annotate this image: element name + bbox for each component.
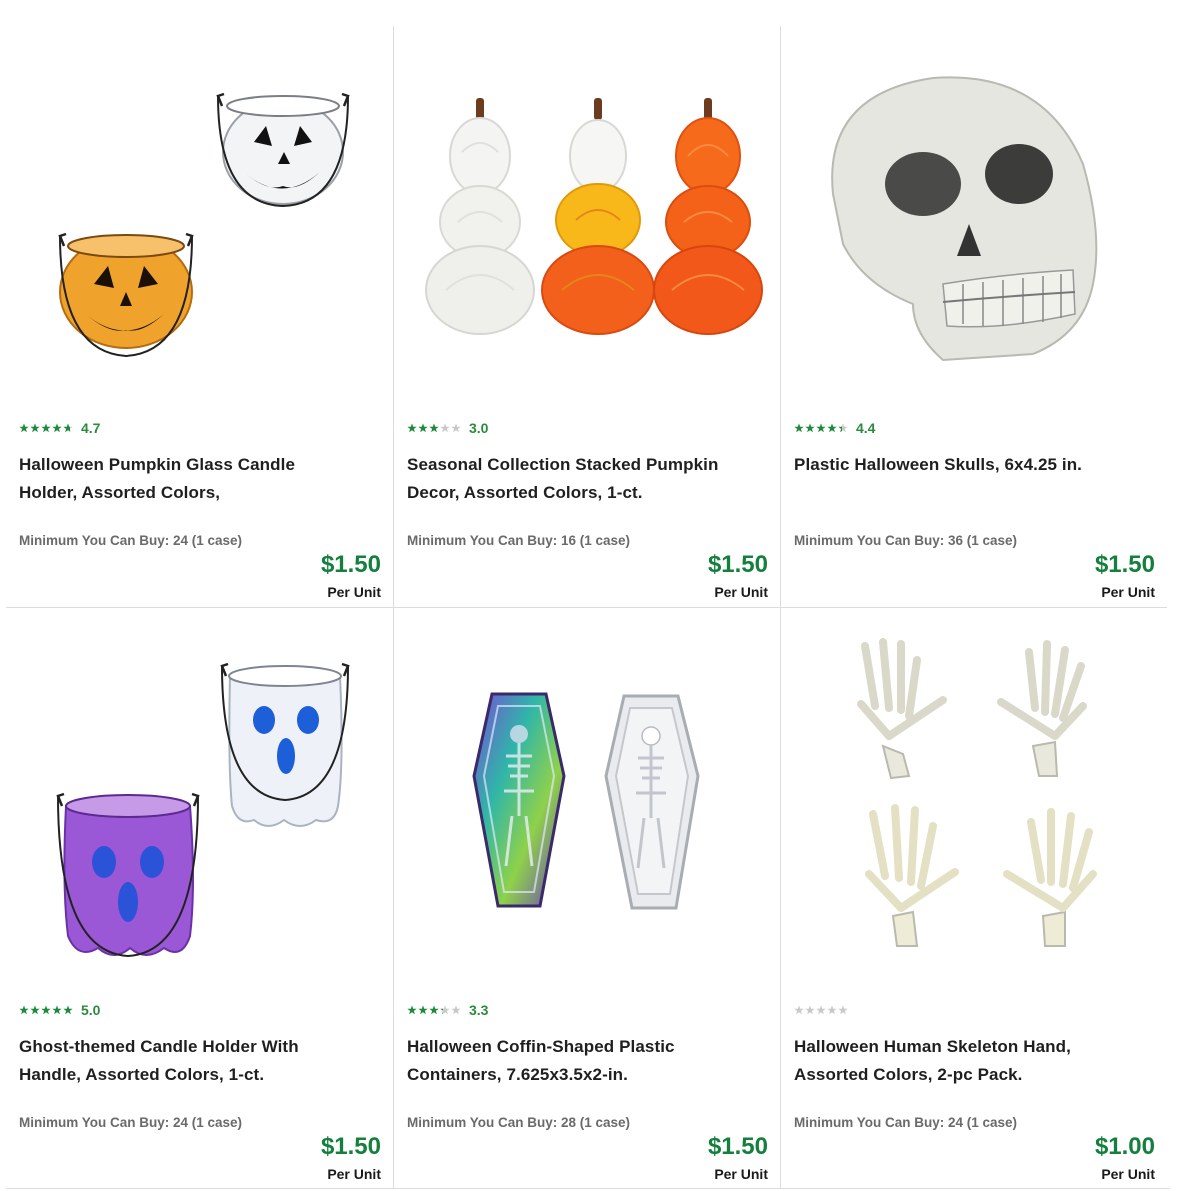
- star-icon: [30, 423, 40, 433]
- star-icon: [805, 423, 815, 433]
- price-unit: Per Unit: [327, 584, 381, 600]
- product-name-link[interactable]: Plastic Halloween Skulls, 6x4.25 in.: [794, 451, 1114, 479]
- star-icon: [52, 1005, 62, 1015]
- star-icon: [19, 1005, 29, 1015]
- star-icon: [429, 423, 439, 433]
- rating-value: 5.0: [81, 1002, 101, 1018]
- product-rating: 3.3: [407, 1002, 488, 1018]
- product-price: $1.00: [1094, 1133, 1155, 1160]
- grid-divider: [6, 1188, 1170, 1189]
- star-icon: [63, 423, 73, 433]
- product-price: $1.50: [320, 1133, 381, 1160]
- product-image-plastic-skull[interactable]: [793, 34, 1156, 379]
- star-rating: [19, 1005, 74, 1015]
- minimum-quantity: Minimum You Can Buy: 24 (1 case): [19, 1115, 243, 1130]
- product-name-link[interactable]: Ghost-themed Candle Holder With Handle, …: [19, 1033, 339, 1089]
- product-card[interactable]: Halloween Human Skeleton Hand, Assorted …: [780, 607, 1167, 1188]
- product-price: $1.50: [1094, 551, 1155, 578]
- product-image-stacked-pumpkins[interactable]: [406, 34, 769, 379]
- star-icon: [827, 1005, 837, 1015]
- star-icon: [440, 1005, 450, 1015]
- product-rating: [794, 1002, 856, 1018]
- star-icon: [838, 1005, 848, 1015]
- star-icon: [429, 1005, 439, 1015]
- product-name-link[interactable]: Halloween Coffin-Shaped Plastic Containe…: [407, 1033, 727, 1089]
- star-icon: [440, 423, 450, 433]
- star-icon: [418, 1005, 428, 1015]
- star-icon: [451, 1005, 461, 1015]
- star-rating: [794, 1005, 849, 1015]
- product-name-link[interactable]: Halloween Pumpkin Glass Candle Holder, A…: [19, 451, 339, 507]
- product-image-ghost-candle-holder[interactable]: [18, 616, 381, 961]
- star-icon: [52, 423, 62, 433]
- product-card[interactable]: 4.4 Plastic Halloween Skulls, 6x4.25 in.…: [780, 26, 1167, 607]
- product-image-pumpkin-candle-holder[interactable]: [18, 34, 381, 379]
- star-icon: [407, 1005, 417, 1015]
- product-card[interactable]: 3.3 Halloween Coffin-Shaped Plastic Cont…: [393, 607, 780, 1188]
- star-icon: [451, 423, 461, 433]
- product-rating: 5.0: [19, 1002, 100, 1018]
- minimum-quantity: Minimum You Can Buy: 24 (1 case): [19, 533, 243, 548]
- product-image-skeleton-hands[interactable]: [793, 616, 1156, 961]
- product-name-link[interactable]: Halloween Human Skeleton Hand, Assorted …: [794, 1033, 1114, 1089]
- price-unit: Per Unit: [327, 1166, 381, 1182]
- star-icon: [816, 1005, 826, 1015]
- product-card[interactable]: 4.7 Halloween Pumpkin Glass Candle Holde…: [6, 26, 393, 607]
- star-icon: [805, 1005, 815, 1015]
- product-price: $1.50: [707, 1133, 768, 1160]
- star-icon: [838, 423, 848, 433]
- star-rating: [19, 423, 74, 433]
- star-icon: [63, 1005, 73, 1015]
- product-price: $1.50: [707, 551, 768, 578]
- rating-value: 3.3: [469, 1002, 489, 1018]
- minimum-quantity: Minimum You Can Buy: 24 (1 case): [794, 1115, 1018, 1130]
- price-unit: Per Unit: [714, 584, 768, 600]
- product-card[interactable]: 3.0 Seasonal Collection Stacked Pumpkin …: [393, 26, 780, 607]
- star-icon: [827, 423, 837, 433]
- product-rating: 4.7: [19, 420, 100, 436]
- rating-value: 3.0: [469, 420, 489, 436]
- star-icon: [794, 423, 804, 433]
- minimum-quantity: Minimum You Can Buy: 16 (1 case): [407, 533, 631, 548]
- star-rating: [794, 423, 849, 433]
- product-price: $1.50: [320, 551, 381, 578]
- star-icon: [30, 1005, 40, 1015]
- product-rating: 3.0: [407, 420, 488, 436]
- minimum-quantity: Minimum You Can Buy: 36 (1 case): [794, 533, 1018, 548]
- rating-value: 4.4: [856, 420, 876, 436]
- star-icon: [794, 1005, 804, 1015]
- star-rating: [407, 1005, 462, 1015]
- product-rating: 4.4: [794, 420, 875, 436]
- price-unit: Per Unit: [714, 1166, 768, 1182]
- rating-value: 4.7: [81, 420, 101, 436]
- star-icon: [19, 423, 29, 433]
- product-grid: 4.7 Halloween Pumpkin Glass Candle Holde…: [6, 26, 1170, 1190]
- product-card[interactable]: 5.0 Ghost-themed Candle Holder With Hand…: [6, 607, 393, 1188]
- star-icon: [41, 423, 51, 433]
- minimum-quantity: Minimum You Can Buy: 28 (1 case): [407, 1115, 631, 1130]
- star-icon: [816, 423, 826, 433]
- product-image-coffin-containers[interactable]: [406, 616, 769, 961]
- star-icon: [407, 423, 417, 433]
- price-unit: Per Unit: [1101, 584, 1155, 600]
- product-name-link[interactable]: Seasonal Collection Stacked Pumpkin Deco…: [407, 451, 727, 507]
- star-icon: [418, 423, 428, 433]
- price-unit: Per Unit: [1101, 1166, 1155, 1182]
- star-icon: [41, 1005, 51, 1015]
- star-rating: [407, 423, 462, 433]
